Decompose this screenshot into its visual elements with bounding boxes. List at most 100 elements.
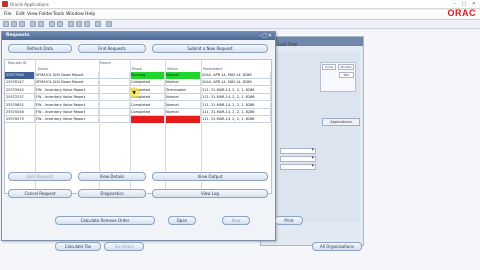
cell-name[interactable]: FW - Inventory Value Report xyxy=(35,94,99,102)
open-button[interactable]: Open xyxy=(168,216,196,225)
cell-request-id[interactable]: 25570046 xyxy=(5,109,35,116)
new-button[interactable]: New xyxy=(222,216,250,225)
paste-icon[interactable] xyxy=(84,21,90,27)
cell-request-id[interactable]: 25570652 xyxy=(5,101,35,109)
cell-parent[interactable] xyxy=(99,109,130,116)
menu-view[interactable]: View xyxy=(27,10,38,20)
cell-parameters[interactable]: 111, 31-MAR-14, 2, 2, 1, 8286 xyxy=(201,109,271,116)
cell-request-id[interactable]: 25576147 xyxy=(5,79,35,87)
print-icon[interactable] xyxy=(19,21,25,27)
requests-window: Requests –□✕ Refresh Data Find Requests … xyxy=(1,31,276,241)
navigator-icon[interactable] xyxy=(30,21,36,27)
zoom-icon[interactable] xyxy=(38,21,44,27)
cell-phase[interactable]: Completed xyxy=(130,109,165,116)
hold-request-button[interactable]: Hold Request xyxy=(8,172,72,181)
save-icon[interactable] xyxy=(11,21,17,27)
cell-request-id[interactable]: 25577563 xyxy=(5,72,35,79)
cell-parameters[interactable]: 2044, APR-14, MAY-14, 8286 xyxy=(201,72,271,79)
cell-request-id[interactable]: 25572237 xyxy=(5,94,35,102)
table-row[interactable]: 25570075 FW - Inventory Value Report Compl… xyxy=(5,116,271,124)
col-request-id: Request ID xyxy=(8,61,27,65)
cell-phase[interactable]: Completed xyxy=(130,116,165,124)
oracle-app-icon xyxy=(2,1,8,7)
diagnostics-button[interactable]: Diagnostics xyxy=(78,189,146,198)
requests-window-controls[interactable]: –□✕ xyxy=(259,33,273,39)
cell-status[interactable]: Normal xyxy=(165,79,201,87)
cell-parameters[interactable]: 111, 31-MAR-14, 2, 2, 1, 8286 xyxy=(201,116,271,124)
copy-icon[interactable] xyxy=(76,21,82,27)
cell-name[interactable]: FW - Inventory Value Report xyxy=(35,109,99,116)
cell-status[interactable]: Normal xyxy=(165,109,201,116)
background-dropdown-2[interactable] xyxy=(280,155,316,162)
background-form-header xyxy=(261,37,363,46)
sbc-field[interactable]: SBC xyxy=(339,72,354,78)
cell-parent[interactable] xyxy=(99,101,130,109)
cell-parameters[interactable]: 2044, APR-14, MAY-14, 8286 xyxy=(201,79,271,87)
folder-icon[interactable] xyxy=(95,21,101,27)
calculate-tax-button[interactable]: Calculate Tax xyxy=(55,242,101,251)
cell-name[interactable]: FW - Inventory Value Report xyxy=(35,86,99,94)
cell-status[interactable]: Terminated xyxy=(165,86,201,94)
table-row[interactable]: 25577563 SFM/UOL Drill Down Report Running… xyxy=(5,72,271,79)
all-organizations-button[interactable]: All Organizations xyxy=(312,242,362,251)
menu-edit[interactable]: Edit xyxy=(16,10,25,20)
background-dropdown-1[interactable] xyxy=(280,147,316,154)
cell-status[interactable]: Normal xyxy=(165,101,201,109)
menu-file[interactable]: File xyxy=(4,10,12,20)
open-icon[interactable] xyxy=(3,21,9,27)
cell-request-id[interactable]: 25570075 xyxy=(5,116,35,124)
cell-parameters[interactable]: 111, 31-MAR-14, 2, 2, 1, 8286 xyxy=(201,94,271,102)
oracle-logo: ORAC xyxy=(447,8,476,18)
cell-name[interactable]: SFM/UOL Drill Down Report xyxy=(35,72,99,79)
table-row[interactable]: 25570046 FW - Inventory Value Report Compl… xyxy=(5,109,271,116)
find-requests-button[interactable]: Find Requests xyxy=(78,44,146,53)
window-title: Oracle Applications xyxy=(10,2,49,7)
cell-status[interactable]: Error xyxy=(165,116,201,124)
cell-parameters[interactable]: 111, 31-MAR-14, 2, 2, 1, 8286 xyxy=(201,86,271,94)
cell-name[interactable]: SFM/UOL Drill Down Report xyxy=(35,79,99,87)
cell-parent[interactable] xyxy=(99,72,130,79)
background-dropdown-3[interactable] xyxy=(280,163,316,170)
cell-name[interactable]: FW - Inventory Value Report xyxy=(35,101,99,109)
delete-record-icon[interactable] xyxy=(57,21,63,27)
new-record-icon[interactable] xyxy=(49,21,55,27)
menu-window[interactable]: Window xyxy=(66,10,84,20)
window-controls[interactable]: – □ ✕ xyxy=(453,1,478,8)
cell-request-id[interactable]: 25572942 xyxy=(5,86,35,94)
refresh-data-button[interactable]: Refresh Data xyxy=(8,44,72,53)
cell-parent[interactable] xyxy=(99,94,130,102)
cell-parent[interactable] xyxy=(99,86,130,94)
cell-parent[interactable] xyxy=(99,79,130,87)
applications-button[interactable]: Applications xyxy=(322,118,360,126)
print-button[interactable]: Print xyxy=(275,216,303,225)
requests-title: Requests xyxy=(6,33,30,38)
help-icon[interactable] xyxy=(106,21,112,27)
cell-phase[interactable]: Completed xyxy=(130,101,165,109)
calculate-remove-order-button[interactable]: Calculate Remove Order xyxy=(55,216,155,225)
menu-folder[interactable]: Folder xyxy=(39,10,53,20)
cell-parent[interactable] xyxy=(99,116,130,124)
cut-icon[interactable] xyxy=(68,21,74,27)
toolbar xyxy=(0,20,480,29)
cycle-field[interactable]: Cycle xyxy=(322,64,336,70)
cancel-request-button[interactable]: Cancel Request xyxy=(8,189,72,198)
cell-parameters[interactable]: 111, 31-MAR-14, 2, 2, 1, 8286 xyxy=(201,101,271,109)
cell-phase[interactable]: Running xyxy=(130,72,165,79)
cell-status[interactable]: Normal xyxy=(165,72,201,79)
submit-new-request-button[interactable]: Submit a New Request xyxy=(152,44,268,53)
mouse-pointer-highlight xyxy=(129,87,140,98)
menu-tools[interactable]: Tools xyxy=(53,10,64,20)
months-field[interactable]: Months xyxy=(338,64,354,70)
menu-bar: File Edit View Folder Tools Window Help xyxy=(0,10,480,20)
tax-detail-button[interactable]: Tax Detail xyxy=(104,242,144,251)
cell-name[interactable]: FW - Inventory Value Report xyxy=(35,116,99,124)
menu-help[interactable]: Help xyxy=(85,10,95,20)
view-log-button[interactable]: View Log xyxy=(152,189,268,198)
table-row[interactable]: 25576147 SFM/UOL Drill Down Report Complet… xyxy=(5,79,271,87)
cell-status[interactable]: Normal xyxy=(165,94,201,102)
view-details-button[interactable]: View Details xyxy=(78,172,146,181)
col-parent: Parent xyxy=(100,61,111,65)
view-output-button[interactable]: View Output xyxy=(152,172,268,181)
cell-phase[interactable]: Completed xyxy=(130,79,165,87)
table-row[interactable]: 25570652 FW - Inventory Value Report Compl… xyxy=(5,101,271,109)
